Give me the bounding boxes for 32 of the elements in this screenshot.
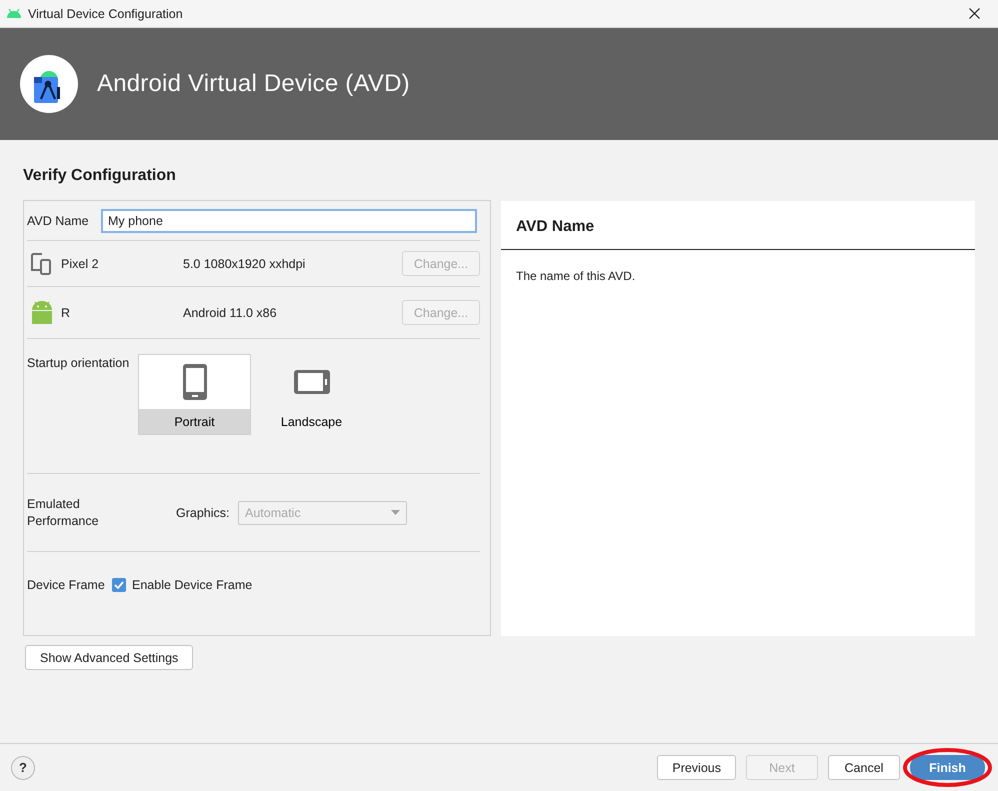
system-image-spec: Android 11.0 x86 xyxy=(183,306,278,320)
checkbox[interactable] xyxy=(112,578,126,592)
footer-button[interactable]: Cancel xyxy=(828,755,900,780)
caret-icon xyxy=(391,510,400,515)
help-text: The name of this AVD. xyxy=(515,268,636,283)
system-image-name: R xyxy=(61,306,72,320)
app-logo xyxy=(20,55,78,113)
avd-name-field[interactable]: My phone xyxy=(101,208,477,232)
device-spec: 5.0 1080x1920 xxhdpi xyxy=(183,256,306,270)
field-label: Graphics: xyxy=(176,506,230,520)
close-icon[interactable] xyxy=(969,8,980,19)
section-title: Verify Configuration xyxy=(23,166,177,186)
orientation-option[interactable]: Landscape xyxy=(255,354,368,435)
phone-icon xyxy=(182,364,206,400)
orientation-option[interactable]: Portrait xyxy=(138,354,251,435)
field-label: Emulated Performance xyxy=(27,496,100,530)
footer-button[interactable]: Finish xyxy=(910,755,985,780)
field-label: Device Frame xyxy=(27,578,106,592)
dialog-heading: Android Virtual Device (AVD) xyxy=(97,70,410,98)
android-icon xyxy=(31,301,53,324)
device-name: Pixel 2 xyxy=(61,256,100,270)
help-button[interactable]: ? xyxy=(11,756,35,780)
android-icon xyxy=(6,9,22,18)
tablet-icon xyxy=(294,370,330,394)
help-title: AVD Name xyxy=(501,201,975,250)
devices-icon xyxy=(31,252,51,274)
advanced-settings-button[interactable]: Show Advanced Settings xyxy=(25,645,194,670)
field-label: AVD Name xyxy=(27,214,90,228)
footer-button[interactable]: Previous xyxy=(657,755,736,780)
window-title: Virtual Device Configuration xyxy=(28,6,183,20)
field-label: Startup orientation xyxy=(27,355,130,370)
checkbox-label: Enable Device Frame xyxy=(132,578,252,592)
